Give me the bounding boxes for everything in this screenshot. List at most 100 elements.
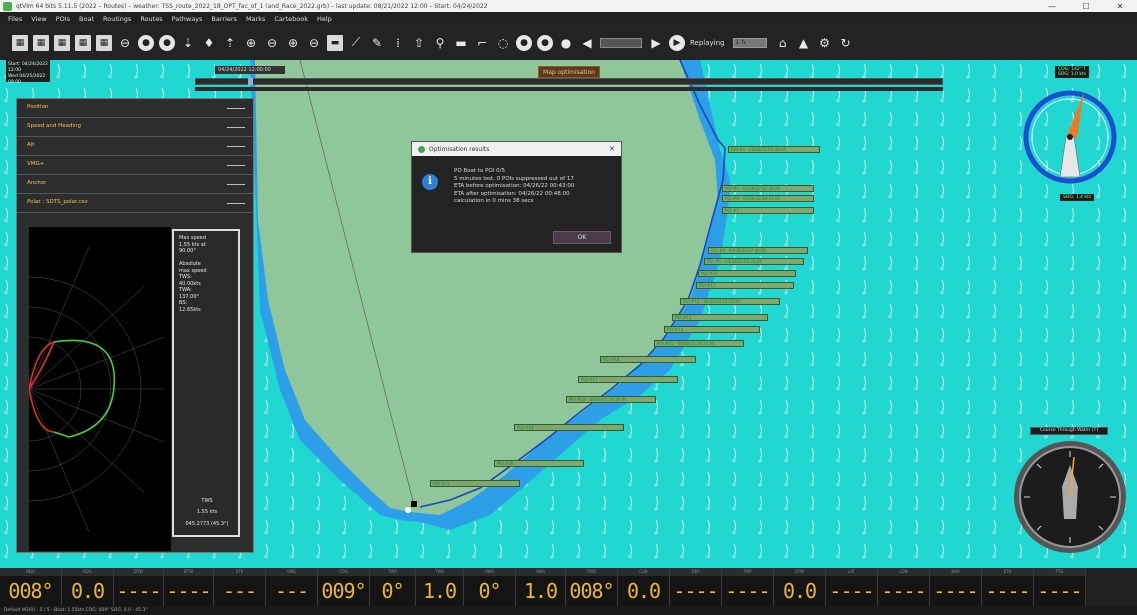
waypoint-label[interactable]: POI #14	[664, 326, 760, 333]
next-icon[interactable]: ▶	[648, 35, 664, 51]
menu-item-barriers[interactable]: Barriers	[211, 15, 237, 23]
save-as-icon[interactable]: ▦	[33, 34, 49, 51]
menu-item-marks[interactable]: Marks	[246, 15, 265, 23]
menu-item-view[interactable]: View	[31, 15, 46, 23]
instrument-eta[interactable]: ETA ----	[982, 568, 1034, 606]
instrument-awa[interactable]: AWA 0°	[464, 568, 516, 606]
replay-slider[interactable]	[600, 37, 642, 48]
play-icon[interactable]: ▶	[669, 34, 685, 51]
pencil-icon[interactable]: ✎	[369, 35, 385, 51]
open-icon[interactable]: ▦	[54, 34, 70, 51]
dot-icon[interactable]: ●	[558, 35, 574, 51]
menu-item-help[interactable]: Help	[317, 15, 332, 23]
instrument-twa[interactable]: TWA 0°	[370, 568, 416, 606]
waypoint-label[interactable]: POI #8 - 04/26/22 07:40:00	[708, 247, 808, 254]
menu-item-files[interactable]: Files	[8, 15, 22, 23]
waypoint-label[interactable]: POI #10	[698, 270, 796, 277]
zoom-in-icon[interactable]: ⊕	[243, 35, 259, 51]
refresh-icon[interactable]: ↻	[838, 35, 854, 51]
instrument-dep[interactable]: DEP ----	[670, 568, 722, 606]
panel-section-2[interactable]: Alt	[17, 137, 253, 156]
target-icon[interactable]: ◌	[495, 35, 511, 51]
panel-section-5[interactable]: Polar : SDTS_polar.csv	[17, 194, 253, 213]
menu-item-pois[interactable]: POIs	[56, 15, 70, 23]
circle-alt-icon[interactable]: ●	[159, 34, 175, 51]
tws-value[interactable]: 1.55 kts	[178, 509, 236, 516]
panel-section-4[interactable]: Anchor	[17, 175, 253, 194]
instrument-lat[interactable]: LAT ----	[826, 568, 878, 606]
waypoint-label[interactable]: POI #19	[514, 424, 624, 431]
minimize-button[interactable]: —	[1035, 2, 1069, 11]
menu-item-routes[interactable]: Routes	[140, 15, 162, 23]
wind-icon[interactable]: ▬	[453, 35, 469, 51]
instrument-bar[interactable]: BAR ----	[930, 568, 982, 606]
grib-icon[interactable]: ▦	[75, 34, 91, 51]
dialog-close-button[interactable]: ✕	[609, 145, 615, 153]
menu-item-routings[interactable]: Routings	[103, 15, 131, 23]
instrument-lon[interactable]: LON ----	[878, 568, 930, 606]
instrument-sog[interactable]: SOG 0.0	[62, 568, 114, 606]
waypoint-label[interactable]: POI #15 - 04/26/22 16:20:00	[654, 340, 744, 347]
instrument-tws[interactable]: TWS 1.0	[416, 568, 464, 606]
waypoint-label[interactable]: POI #21	[430, 480, 520, 487]
save-icon[interactable]: ▦	[12, 34, 28, 51]
moon-icon[interactable]: ●	[537, 34, 553, 51]
time-slider-thumb[interactable]	[248, 78, 254, 85]
circle-icon[interactable]: ●	[138, 34, 154, 51]
pin-alt-icon[interactable]: ⇡	[222, 35, 238, 51]
waypoint-label[interactable]: POI #18 - 04/26/22 20:36:00	[566, 396, 656, 403]
time-slider-secondary[interactable]	[195, 87, 943, 91]
waypoint-label[interactable]: POI #12 - 04/26/22 12:52:00	[680, 298, 780, 305]
waypoint-label[interactable]: POI #9 - 04/26/22 09:24:00	[704, 258, 804, 265]
download-icon[interactable]: ⇣	[180, 35, 196, 51]
time-slider[interactable]	[195, 78, 943, 85]
waypoint-label[interactable]: POI #16	[600, 356, 696, 363]
instrument-tmp[interactable]: TMP ----	[722, 568, 774, 606]
waypoint-label[interactable]: POI #11	[696, 282, 794, 289]
waypoint-label[interactable]: POI #20	[494, 460, 584, 467]
waypoint-label[interactable]: POI #7	[722, 207, 814, 214]
anchor-icon[interactable]: ⇧	[411, 35, 427, 51]
menu-item-pathways[interactable]: Pathways	[172, 15, 203, 23]
sun-icon[interactable]: ●	[516, 34, 532, 51]
chain-icon[interactable]: ⊖	[117, 35, 133, 51]
instrument-cog[interactable]: COG 009°	[318, 568, 370, 606]
waypoint-label[interactable]: POI #13	[672, 314, 768, 321]
menu-item-cartebook[interactable]: Cartebook	[274, 15, 308, 23]
measure-icon[interactable]: ⟋	[348, 35, 364, 51]
waypoint-label[interactable]: POI #5 - 04/26/22 02:28:00	[722, 185, 814, 192]
instrument-twd[interactable]: TWD 008°	[566, 568, 618, 606]
replay-speed-field[interactable]: 1 h	[732, 37, 767, 48]
instrument-dtw[interactable]: DTW ----	[114, 568, 164, 606]
home-icon[interactable]: ⌂	[775, 35, 791, 51]
instrument-btw[interactable]: BTW ----	[164, 568, 214, 606]
warning-icon[interactable]: ▲	[796, 35, 812, 51]
waypoint-label[interactable]: POI #4 - 04/26/22 00:46:00	[728, 146, 820, 153]
waypoint-label[interactable]: POI #6 - 04/26/22 04:12:00	[722, 195, 814, 202]
table-icon[interactable]: ▦	[96, 34, 112, 51]
boat-icon[interactable]: ⚲	[432, 35, 448, 51]
instrument-hdg[interactable]: HDG 008°	[0, 568, 62, 606]
prev-icon[interactable]: ◀	[579, 35, 595, 51]
zoom-out-icon[interactable]: ⊖	[264, 35, 280, 51]
settings-icon[interactable]: ⚙	[817, 35, 833, 51]
instrument-vmg[interactable]: VMG ---	[266, 568, 318, 606]
gps-icon[interactable]: ⌐	[474, 35, 490, 51]
menu-item-boat[interactable]: Boat	[79, 15, 94, 23]
panel-section-3[interactable]: VMG+	[17, 156, 253, 175]
panel-section-1[interactable]: Speed and Heading	[17, 118, 253, 137]
map-icon[interactable]: ▬	[327, 34, 343, 51]
pin-icon[interactable]: ♦	[201, 35, 217, 51]
instrument-aws[interactable]: AWS 1.0	[516, 568, 566, 606]
instrument-stw[interactable]: STW 0.0	[774, 568, 826, 606]
instrument-xte[interactable]: XTE ---	[214, 568, 266, 606]
instrument-cur[interactable]: CUR 0.0	[618, 568, 670, 606]
waypoint-label[interactable]: POI #17	[578, 376, 678, 383]
instrument-ttg[interactable]: TTG ----	[1034, 568, 1086, 606]
maximize-button[interactable]: ☐	[1069, 2, 1103, 11]
panel-section-0[interactable]: Position	[17, 99, 253, 118]
zoom-fit-icon[interactable]: ⊕	[285, 35, 301, 51]
close-button[interactable]: ✕	[1103, 2, 1137, 11]
ok-button[interactable]: OK	[553, 231, 611, 244]
zoom-center-icon[interactable]: ⊖	[306, 35, 322, 51]
